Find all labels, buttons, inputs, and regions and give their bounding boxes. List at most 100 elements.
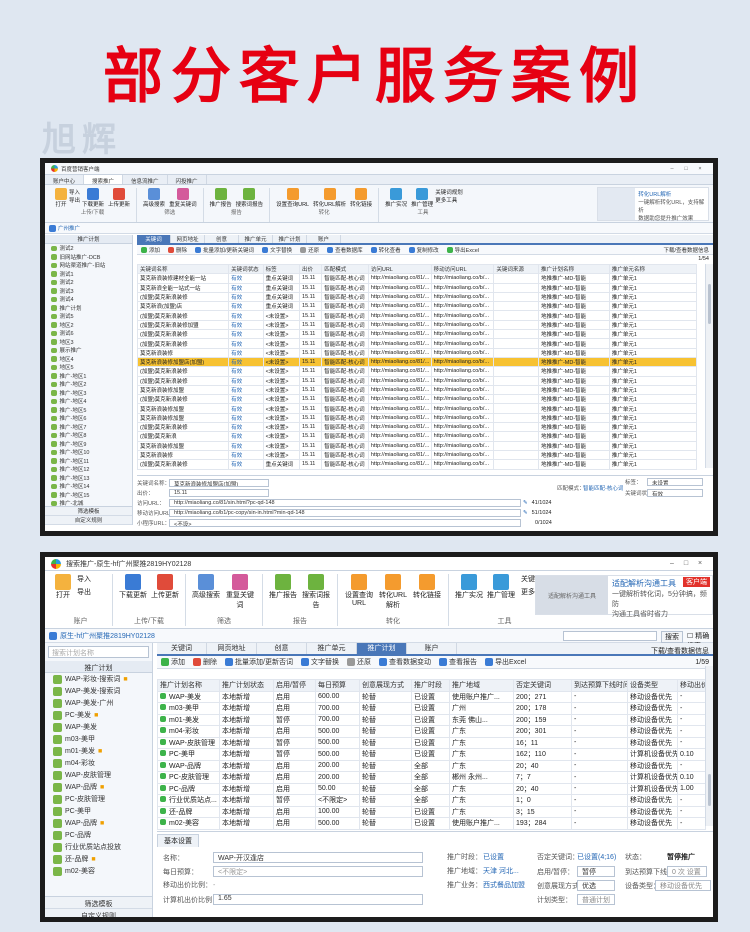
table-row[interactable]: 莫克新浪装修 有效 <未设置> 15.11 智能匹配-核心词 http://miaolia… (136, 347, 698, 358)
sidebar-item[interactable]: 地区4 (45, 355, 132, 364)
column-header[interactable]: 每日预算 (315, 679, 360, 692)
column-header[interactable]: 到达预算下线时间 (571, 679, 628, 692)
sidebar-item[interactable]: 推广-地区15 (45, 491, 132, 500)
bid-field[interactable]: 15.11 (169, 489, 269, 497)
column-header[interactable]: 推广单元名称 (608, 263, 698, 275)
promo-banner[interactable]: 适配解析沟通工具 适配解析沟通工具 一键解析转化词，5分钟搞，频防 沟通工具省时… (535, 575, 713, 618)
region-link[interactable]: 天津 河北... (483, 866, 519, 876)
negative-keywords-link[interactable]: 已设置(4;16) (577, 852, 616, 862)
sidebar-item[interactable]: 推广-地区12 (45, 465, 132, 474)
filter-template-button[interactable]: 筛选模板 (45, 507, 132, 516)
tab-item[interactable]: 创意 (205, 235, 239, 243)
search-report-button[interactable]: 搜索词报告 (301, 574, 331, 616)
column-header[interactable]: 启用/暂停 (273, 679, 316, 692)
toolbar-button[interactable]: 查看数据库 (327, 246, 363, 254)
scrollbar-thumb[interactable] (708, 774, 711, 806)
column-header[interactable]: 匹配模式 (321, 263, 369, 275)
sidebar-item[interactable]: 推广-地区2 (45, 380, 132, 389)
tab-item[interactable]: 推广计划 (273, 235, 307, 243)
table-row[interactable]: PC-皮肤管理 本地新增 启用 200.00 轮替 全部 郴州 永州... 7；7- 计算机设备… (157, 771, 706, 784)
menu-item[interactable]: 闪投推广 (168, 175, 207, 185)
table-row[interactable]: 莫克新浪装修加盟 有效 <未设置> 15.11 智能匹配-核心词 http://miaol… (136, 412, 698, 424)
mini-program-url-field[interactable]: <不设> (169, 519, 521, 527)
sidebar-item[interactable]: PC-美发 ■ (45, 709, 152, 721)
promo-banner[interactable]: 转化URL解析 一键解析转化URL，支持解析 数据助您提升推广效果 (597, 187, 709, 222)
table-row[interactable]: (加盟)莫克新浪装修 有效 <未设置> 15.11 智能匹配-核心词 http://mia… (136, 375, 698, 386)
set-queries-button[interactable]: 设置查询URL (344, 574, 374, 616)
tab-item[interactable]: 关键词 (137, 235, 171, 243)
sidebar-item[interactable]: WAP-品牌 ■ (45, 781, 152, 793)
column-header[interactable]: 标签 (262, 263, 301, 275)
toolbar-button[interactable]: 还原 (346, 657, 371, 667)
sidebar-item[interactable]: m02-美容 (45, 865, 152, 877)
table-row[interactable]: (加盟)莫克新浪装修加盟 有效 <未设置> 15.11 智能匹配-核心词 http://m… (136, 319, 698, 331)
table-row[interactable]: 还-品牌 本地新增 启用 100.00 轮替 已设置 广东 3；15- 移动设备优先 - (157, 805, 706, 818)
sidebar-item[interactable]: 测试3 (45, 287, 132, 296)
menu-item[interactable]: 搜索推广 (84, 175, 124, 185)
advanced-search-button[interactable]: 高级搜索 (143, 188, 165, 208)
url-field[interactable]: http://miaoliang.co/81/sin.html?pc-qd-14… (169, 499, 521, 507)
download-updates-button[interactable]: 下载更新 (82, 188, 104, 208)
column-header[interactable]: 关键词状态 (228, 263, 264, 275)
minimize-icon[interactable]: – (665, 560, 679, 567)
search-button[interactable]: 搜索 (661, 631, 683, 643)
edit-icon[interactable]: ✎ (523, 500, 528, 506)
tab-item[interactable]: 网页地址 (171, 235, 205, 243)
tab-item[interactable]: 推广单元 (239, 235, 273, 243)
toolbar-button[interactable]: 导出Excel (484, 657, 526, 667)
sidebar-item[interactable]: WAP-皮肤管理 (45, 769, 152, 781)
table-row[interactable]: (加盟)莫克新浪装修 有效 <未设置> 15.11 智能匹配-核心词 http://mia… (136, 422, 698, 433)
table-row[interactable]: m02-美容 本地新增 启用 500.00 轮替 已设置 使用账户推广... 193；284-… (157, 817, 706, 830)
maximize-icon[interactable]: □ (679, 166, 693, 172)
table-row[interactable]: (加盟)莫克新浪装修 有效 <未设置> 15.11 智能匹配-核心词 http://mia… (136, 329, 698, 340)
table-row[interactable]: WAP-品牌 本地新增 启用 200.00 轮替 全部 广东 20；40- 移动设备优先 - (157, 759, 706, 772)
tab-basic-settings[interactable]: 基本设置 (157, 834, 199, 847)
search-input[interactable] (563, 631, 657, 641)
table-row[interactable]: WAP-皮肤管理 本地新增 暂停 500.00 轮替 已设置 广东 16；11- 移动设备优先 - (157, 736, 706, 749)
search-report-button[interactable]: 搜索词报告 (236, 188, 263, 208)
sidebar-item[interactable]: 旧网站推广-DCB (45, 253, 132, 262)
table-row[interactable]: (加盟)莫克新浪装修 有效 <未设置> 15.11 智能匹配-核心词 http://mia… (136, 394, 698, 405)
table-row[interactable]: m04-彩妆 本地新增 启用 500.00 轮替 已设置 广东 200；301- 移动设备优先 - (157, 725, 706, 738)
sidebar-item[interactable]: 推广-地区13 (45, 474, 132, 483)
toolbar-button[interactable]: 复制修改 (408, 246, 439, 254)
toolbar-button[interactable]: 还原 (300, 246, 319, 254)
plan-name-field[interactable]: WAP-开汉逢店 (213, 852, 423, 863)
sidebar-item[interactable]: 推广计划 (45, 304, 132, 313)
sidebar-item[interactable]: 推广-地区5 (45, 406, 132, 415)
filter-template-button[interactable]: 筛选模板 (45, 897, 152, 909)
sidebar-item[interactable]: 推广-地区8 (45, 431, 132, 440)
table-row[interactable]: PC-美甲 本地新增 暂停 500.00 轮替 已设置 广东 162；110- 计算机设备优先 0… (157, 748, 706, 761)
sidebar-item[interactable]: 地区5 (45, 363, 132, 372)
sidebar-item[interactable]: m01-美发 ■ (45, 745, 152, 757)
pause-select[interactable]: 暂停 (577, 866, 615, 877)
toolbar-button[interactable]: 文字替换 (262, 246, 292, 254)
toolbar-button[interactable]: 添加 (141, 246, 160, 254)
mobile-url-field[interactable]: http://miaoliang.co/b1/pc-copy/sin-in.ht… (169, 509, 521, 517)
menu-item[interactable]: 账户中心 (45, 175, 85, 185)
schedule-link[interactable]: 已设置 (483, 852, 504, 862)
column-header[interactable]: 移动出价 (677, 679, 706, 692)
toolbar-button[interactable]: 导出Excel (446, 246, 479, 254)
scrollbar-thumb[interactable] (708, 284, 711, 324)
budget-offline-field[interactable]: 0 次 设置 (667, 866, 707, 877)
sidebar-search-input[interactable]: 搜索计划名称 (48, 646, 149, 658)
column-header[interactable]: 否定关键词 (513, 679, 572, 692)
toolbar-button[interactable]: 添加 (161, 657, 185, 667)
table-row[interactable]: 行业优质站点... 本地新增 暂停 <不限定> 轮替 全部 广东 1；0- 移动设备优先 - (157, 794, 706, 807)
table-row[interactable]: 莫克新浪装修加盟店(加盟) 有效 <未设置> 15.11 智能匹配-核心词 http://… (136, 356, 698, 368)
toolbar-button[interactable]: 转化查看 (370, 246, 401, 254)
tab-item[interactable]: 账户 (407, 643, 457, 654)
export-button[interactable]: 导出 (77, 587, 91, 597)
column-header[interactable]: 推广时段 (411, 679, 450, 692)
tab-item[interactable]: 账户 (307, 235, 341, 243)
export-button[interactable]: 导出 (69, 196, 80, 204)
table-row[interactable]: (加盟)莫克新浪装修 有效 <未设置> 15.11 智能匹配-核心词 http://mia… (136, 338, 698, 349)
pc-bid-ratio-field[interactable]: 1.65 (213, 894, 423, 905)
promo-report-button[interactable]: 推广报告 (210, 188, 232, 208)
custom-rules-button[interactable]: 自定义规则 (45, 909, 152, 917)
menu-item[interactable]: 信息流推广 (123, 175, 168, 185)
sidebar-item[interactable]: PC-品牌 (45, 829, 152, 841)
sidebar-item[interactable]: 测试5 (45, 312, 132, 321)
sidebar-item[interactable]: 推广-地区4 (45, 397, 132, 406)
